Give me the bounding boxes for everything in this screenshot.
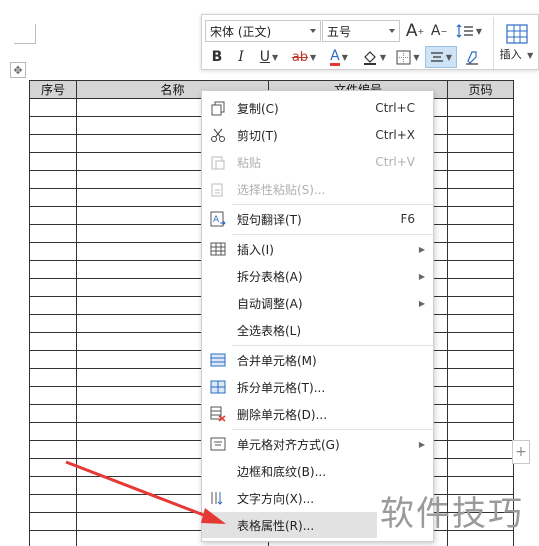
- arrow-head: [201, 508, 226, 524]
- watermark-text: 软件技巧: [380, 494, 524, 534]
- annotation-arrow: [65, 460, 226, 524]
- arrow-shaft: [65, 460, 215, 521]
